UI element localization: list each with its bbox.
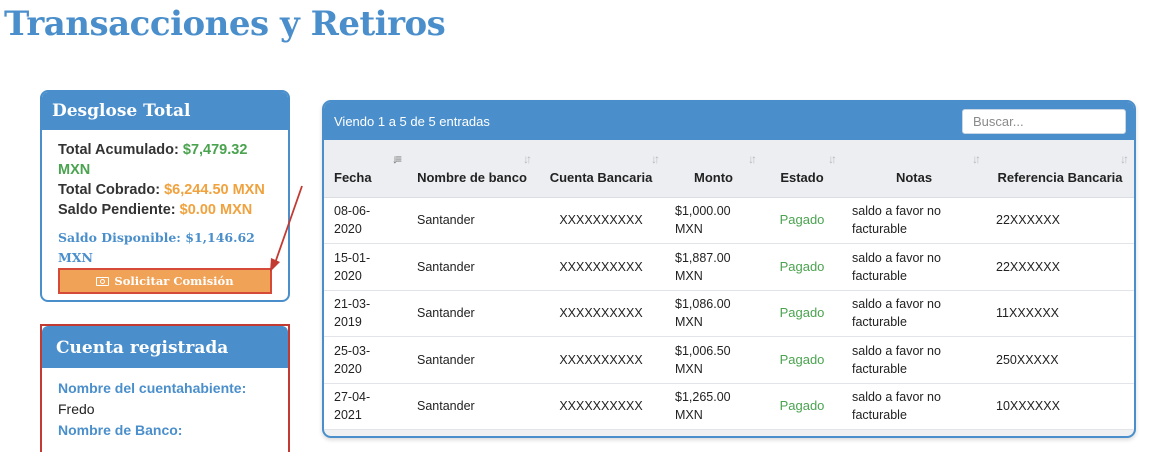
cell-referencia: 22XXXXXX (986, 197, 1134, 244)
cell-notas: saldo a favor no facturable (842, 290, 986, 337)
table-toolbar: Viendo 1 a 5 de 5 entradas (324, 102, 1134, 140)
sort-icon: ↓↑ (523, 152, 532, 166)
search-input[interactable] (962, 108, 1126, 134)
cell-fecha: 21-03-2019 (324, 290, 407, 337)
cell-fecha: 27-04-2021 (324, 383, 407, 430)
column-header-cuenta[interactable]: Cuenta Bancaria ↓↑ (537, 140, 665, 198)
cell-monto: $1,265.00 MXN (665, 383, 762, 430)
cell-estado: Pagado (762, 383, 842, 430)
request-commission-button[interactable]: Solicitar Comisión (58, 268, 272, 294)
cell-cuenta: XXXXXXXXXX (537, 383, 665, 430)
cell-banco: Santander (407, 336, 537, 384)
sort-desc-icon: ↓≡ (391, 152, 402, 166)
column-header-banco[interactable]: Nombre de banco ↓↑ (407, 140, 537, 198)
table-header-row: Fecha ↓≡ Nombre de banco ↓↑ Cuenta Banca… (324, 140, 1134, 198)
cell-notas: saldo a favor no facturable (842, 336, 986, 384)
entries-info: Viendo 1 a 5 de 5 entradas (334, 113, 490, 129)
transactions-table: Fecha ↓≡ Nombre de banco ↓↑ Cuenta Banca… (324, 140, 1134, 430)
cell-referencia: 22XXXXXX (986, 243, 1134, 291)
cell-estado: Pagado (762, 290, 842, 337)
total-acumulado-label: Total Acumulado: (58, 142, 179, 158)
cell-banco: Santander (407, 383, 537, 430)
column-header-monto[interactable]: Monto ↓↑ (665, 140, 762, 198)
transactions-panel: Viendo 1 a 5 de 5 entradas Fecha ↓≡ Nomb… (322, 100, 1136, 438)
table-row: 15-01-2020 Santander XXXXXXXXXX $1,887.0… (324, 243, 1134, 291)
cell-estado: Pagado (762, 243, 842, 291)
cell-notas: saldo a favor no facturable (842, 383, 986, 430)
cell-referencia: 250XXXXX (986, 336, 1134, 384)
saldo-pendiente-row: Saldo Pendiente: $0.00 MXN (58, 200, 272, 220)
table-row: 08-06-2020 Santander XXXXXXXXXX $1,000.0… (324, 197, 1134, 244)
sort-icon: ↓↑ (651, 152, 660, 166)
account-header: Cuenta registrada (42, 326, 288, 368)
saldo-pendiente-value: $0.00 MXN (179, 202, 253, 218)
cell-monto: $1,086.00 MXN (665, 290, 762, 337)
account-holder-value: Fredo (58, 401, 95, 417)
sort-icon: ↓↑ (1120, 152, 1129, 166)
account-body: Nombre del cuentahabiente: Fredo Nombre … (42, 368, 288, 451)
annotation-arrow (270, 185, 303, 272)
saldo-pendiente-label: Saldo Pendiente: (58, 202, 176, 218)
summary-header: Desglose Total (42, 92, 288, 130)
cell-referencia: 11XXXXXX (986, 290, 1134, 337)
summary-body: Total Acumulado: $7,479.32 MXN Total Cob… (42, 130, 288, 268)
request-commission-label: Solicitar Comisión (114, 274, 234, 288)
total-acumulado-row: Total Acumulado: $7,479.32 MXN (58, 140, 272, 180)
table-row: 27-04-2021 Santander XXXXXXXXXX $1,265.0… (324, 383, 1134, 430)
cell-monto: $1,000.00 MXN (665, 197, 762, 244)
column-header-notas[interactable]: Notas ↓↑ (842, 140, 986, 198)
cell-banco: Santander (407, 243, 537, 291)
cash-icon (96, 276, 110, 286)
total-cobrado-value: $6,244.50 MXN (164, 182, 265, 198)
table-row: 25-03-2020 Santander XXXXXXXXXX $1,006.5… (324, 336, 1134, 384)
cell-cuenta: XXXXXXXXXX (537, 243, 665, 291)
cell-fecha: 25-03-2020 (324, 336, 407, 384)
cell-monto: $1,887.00 MXN (665, 243, 762, 291)
total-cobrado-label: Total Cobrado: (58, 182, 161, 198)
cell-estado: Pagado (762, 197, 842, 244)
cell-notas: saldo a favor no facturable (842, 243, 986, 291)
cell-cuenta: XXXXXXXXXX (537, 197, 665, 244)
cell-banco: Santander (407, 290, 537, 337)
cell-monto: $1,006.50 MXN (665, 336, 762, 384)
sort-icon: ↓↑ (828, 152, 837, 166)
cell-referencia: 10XXXXXX (986, 383, 1134, 430)
cell-estado: Pagado (762, 336, 842, 384)
summary-card: Desglose Total Total Acumulado: $7,479.3… (40, 90, 290, 302)
sort-icon: ↓↑ (972, 152, 981, 166)
table-row: 21-03-2019 Santander XXXXXXXXXX $1,086.0… (324, 290, 1134, 337)
column-header-estado[interactable]: Estado ↓↑ (762, 140, 842, 198)
cell-cuenta: XXXXXXXXXX (537, 336, 665, 384)
cell-banco: Santander (407, 197, 537, 244)
cell-fecha: 08-06-2020 (324, 197, 407, 244)
bank-name-label: Nombre de Banco: (58, 422, 183, 438)
account-holder-label: Nombre del cuentahabiente: (58, 380, 247, 396)
cell-fecha: 15-01-2020 (324, 243, 407, 291)
column-header-referencia[interactable]: Referencia Bancaria ↓↑ (986, 140, 1134, 198)
account-card: Cuenta registrada Nombre del cuentahabie… (40, 324, 290, 452)
saldo-disponible: Saldo Disponible: $1,146.62 MXN (58, 230, 255, 265)
cell-notas: saldo a favor no facturable (842, 197, 986, 244)
total-cobrado-row: Total Cobrado: $6,244.50 MXN (58, 180, 272, 200)
page-title: Transacciones y Retiros (4, 4, 446, 44)
sort-icon: ↓↑ (748, 152, 757, 166)
column-header-fecha[interactable]: Fecha ↓≡ (324, 140, 407, 198)
cell-cuenta: XXXXXXXXXX (537, 290, 665, 337)
